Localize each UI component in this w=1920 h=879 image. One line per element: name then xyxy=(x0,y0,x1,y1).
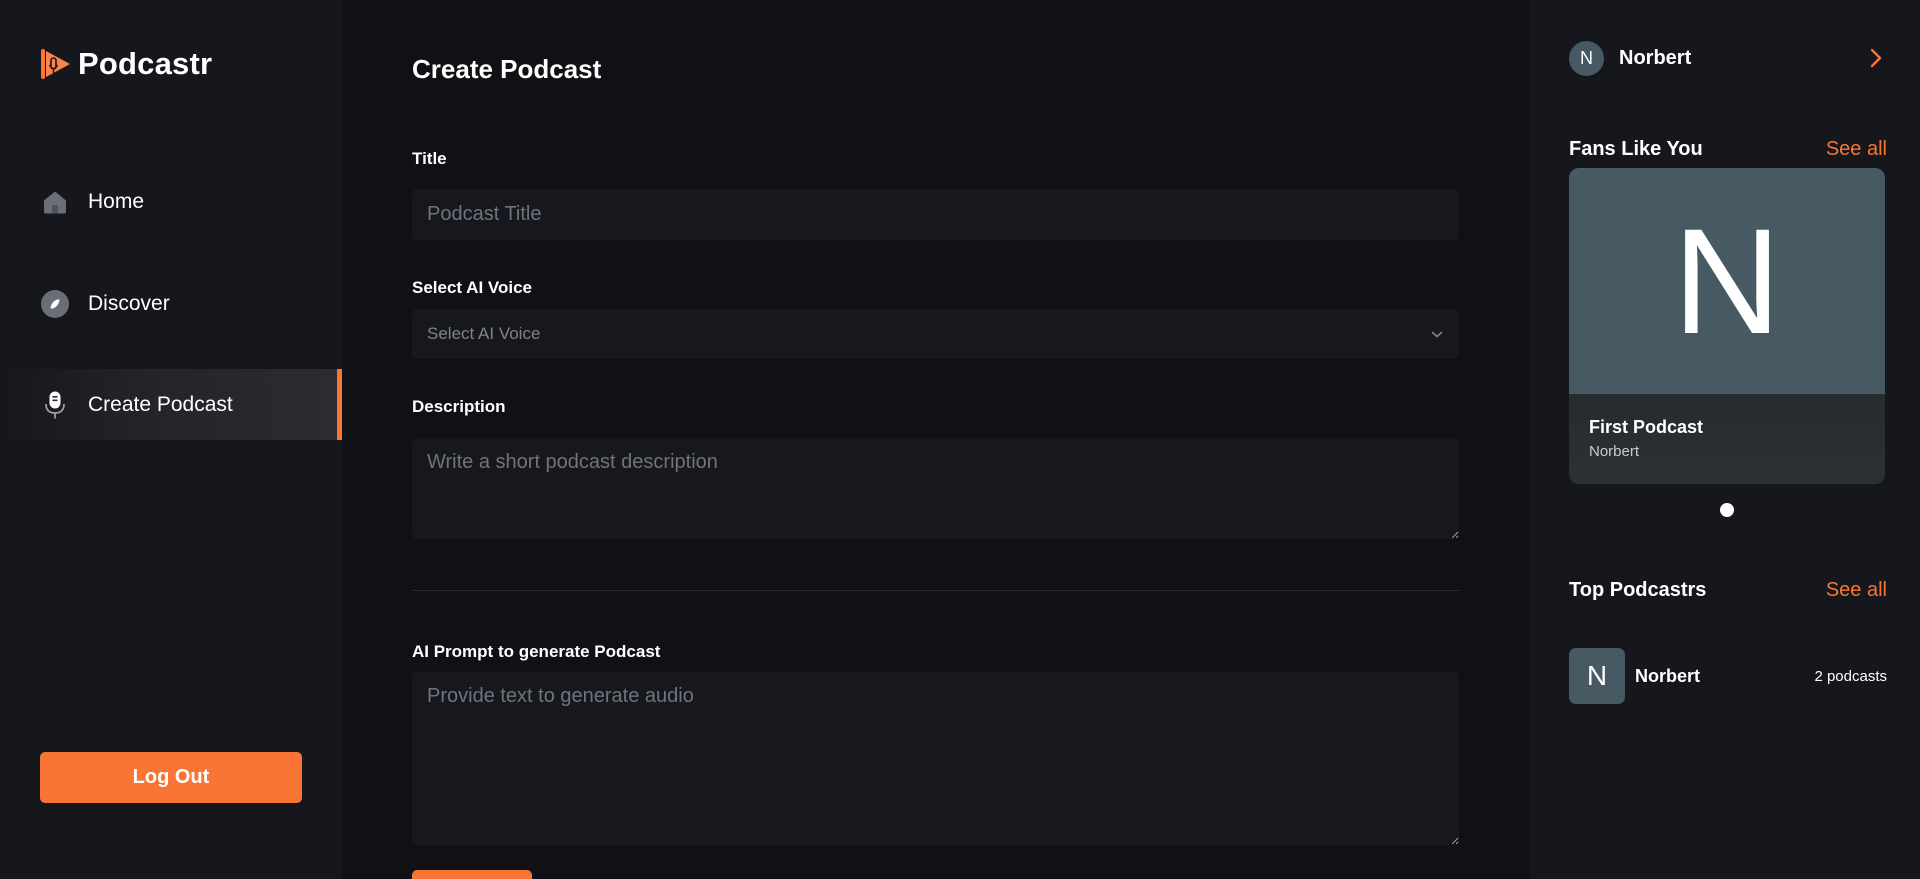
see-all-link[interactable]: See all xyxy=(1826,138,1887,161)
see-all-link[interactable]: See all xyxy=(1826,579,1887,602)
podcast-card-info: First Podcast Norbert xyxy=(1569,394,1885,484)
podcastr-logo-icon xyxy=(41,49,70,79)
sidebar-item-label: Create Podcast xyxy=(88,392,233,416)
top-podcastr-item[interactable]: N Norbert 2 podcasts xyxy=(1569,648,1887,704)
avatar: N xyxy=(1569,40,1604,76)
user-name: Norbert xyxy=(1619,46,1692,69)
home-icon xyxy=(40,187,70,217)
description-label: Description xyxy=(412,397,506,416)
podcastr-name: Norbert xyxy=(1635,665,1701,686)
ai-voice-select[interactable]: Select AI Voice xyxy=(412,309,1459,359)
user-profile-link[interactable]: N Norbert xyxy=(1569,40,1886,76)
logo[interactable]: Podcastr xyxy=(40,44,212,84)
main-content: Create Podcast Title Select AI Voice Sel… xyxy=(342,0,1530,879)
section-title: Top Podcastrs xyxy=(1569,579,1707,601)
ai-prompt-textarea[interactable] xyxy=(412,672,1459,845)
voice-label: Select AI Voice xyxy=(412,278,532,297)
sidebar-item-create-podcast[interactable]: Create Podcast xyxy=(0,369,342,440)
podcast-card-title: First Podcast xyxy=(1589,417,1704,437)
avatar: N xyxy=(1569,648,1625,704)
ai-voice-select-value: Select AI Voice xyxy=(427,324,541,343)
podcast-title-input[interactable] xyxy=(412,189,1459,240)
sidebar-item-discover[interactable]: Discover xyxy=(0,268,342,339)
chevron-right-icon xyxy=(1870,48,1882,68)
top-podcastrs-header: Top Podcastrs See all xyxy=(1569,579,1887,602)
sidebar-item-label: Discover xyxy=(88,291,170,315)
carousel-dot[interactable] xyxy=(1720,503,1734,517)
logout-button[interactable]: Log Out xyxy=(40,752,302,803)
title-label: Title xyxy=(412,149,447,168)
fans-like-you-header: Fans Like You See all xyxy=(1569,138,1887,161)
chevron-down-icon xyxy=(1430,324,1444,344)
section-title: Fans Like You xyxy=(1569,138,1703,160)
sidebar-item-home[interactable]: Home xyxy=(0,166,342,237)
podcast-count: 2 podcasts xyxy=(1814,667,1887,685)
page-title: Create Podcast xyxy=(412,54,602,84)
description-textarea[interactable] xyxy=(412,438,1459,539)
section-divider xyxy=(412,590,1459,591)
sidebar-item-label: Home xyxy=(88,189,145,213)
ai-prompt-label: AI Prompt to generate Podcast xyxy=(412,642,661,661)
compass-icon xyxy=(40,289,70,319)
left-sidebar: Podcastr Home Discover Create Podcast Lo… xyxy=(0,0,342,879)
app-root: Podcastr Home Discover Create Podcast Lo… xyxy=(0,0,1920,879)
microphone-icon xyxy=(40,390,70,420)
podcast-card[interactable]: N First Podcast Norbert xyxy=(1569,168,1885,484)
generate-button[interactable] xyxy=(412,870,532,879)
podcast-card-image: N xyxy=(1569,168,1885,394)
podcast-card-author: Norbert xyxy=(1589,443,1640,460)
brand-name: Podcastr xyxy=(78,46,213,81)
right-sidebar: N Norbert Fans Like You See all N First … xyxy=(1530,0,1920,879)
